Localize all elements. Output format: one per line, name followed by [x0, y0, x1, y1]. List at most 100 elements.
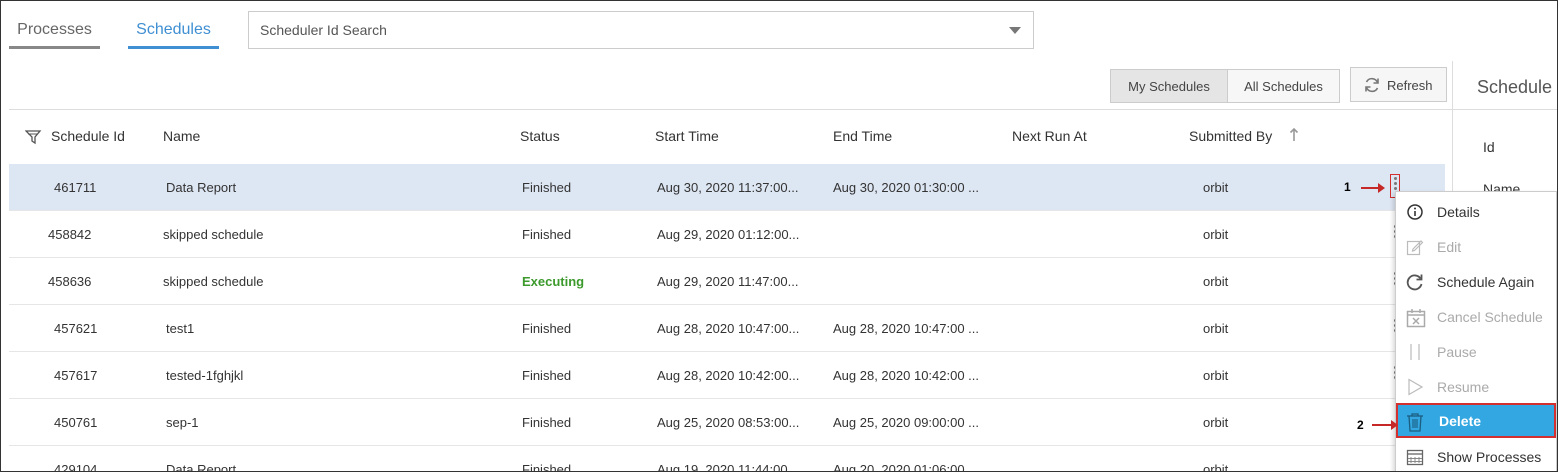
row-actions-menu: Details Edit Schedule Again Cancel Sched…	[1395, 191, 1557, 471]
menu-item-schedule-again[interactable]: Schedule Again	[1396, 264, 1556, 299]
menu-item-label: Show Processes	[1437, 449, 1542, 465]
menu-item-delete[interactable]: Delete	[1396, 403, 1556, 438]
sort-ascending-icon[interactable]	[1289, 128, 1299, 142]
cell-name: skipped schedule	[163, 227, 264, 242]
cell-schedule-id: 458842	[48, 227, 92, 242]
cell-start-time: Aug 28, 2020 10:47:00...	[657, 321, 800, 336]
play-icon	[1408, 378, 1424, 396]
cell-submitted-by: orbit	[1203, 368, 1229, 383]
cell-name: sep-1	[166, 415, 199, 430]
calendar-x-icon	[1406, 309, 1426, 328]
table-row[interactable]: 461711 Data Report Finished Aug 30, 2020…	[9, 164, 1445, 211]
cell-schedule-id: 457617	[54, 368, 98, 383]
cell-start-time: Aug 25, 2020 08:53:00...	[657, 415, 800, 430]
menu-item-edit[interactable]: Edit	[1396, 229, 1556, 264]
column-start-time[interactable]: Start Time	[655, 128, 719, 144]
menu-item-label: Details	[1437, 204, 1480, 220]
cell-end-time: Aug 20, 2020 01:06:00...	[833, 462, 976, 472]
cell-end-time: Aug 28, 2020 10:47:00 ...	[833, 321, 980, 336]
cell-schedule-id: 461711	[54, 180, 97, 195]
all-schedules-button[interactable]: All Schedules	[1227, 69, 1340, 103]
cell-name: test1	[166, 321, 195, 336]
filter-icon[interactable]	[25, 129, 43, 145]
menu-item-resume[interactable]: Resume	[1396, 369, 1556, 404]
chevron-down-icon[interactable]	[1009, 27, 1021, 34]
cell-status: Finished	[522, 227, 572, 242]
refresh-button[interactable]: Refresh	[1350, 67, 1447, 102]
calendar-icon	[1406, 449, 1424, 466]
table-row[interactable]: 457617 tested-1fghjkl Finished Aug 28, 2…	[9, 352, 1445, 399]
column-status[interactable]: Status	[520, 128, 560, 144]
menu-item-cancel-schedule[interactable]: Cancel Schedule	[1396, 299, 1556, 334]
panel-divider	[1453, 109, 1557, 110]
cell-name: Data Report	[166, 462, 237, 472]
scheduler-id-search[interactable]	[248, 11, 1034, 49]
menu-item-label: Pause	[1437, 344, 1477, 360]
tab-processes[interactable]: Processes	[9, 11, 100, 49]
scheduler-screen: Processes Schedules My Schedules All Sch…	[0, 0, 1558, 472]
cell-start-time: Aug 30, 2020 11:37:00...	[657, 180, 799, 195]
redo-icon	[1406, 274, 1423, 291]
column-end-time[interactable]: End Time	[833, 128, 892, 144]
annotation-step-2: 2	[1357, 418, 1364, 432]
cell-status: Finished	[522, 321, 572, 336]
cell-submitted-by: orbit	[1203, 415, 1229, 430]
menu-item-label: Cancel Schedule	[1437, 309, 1543, 325]
cell-status: Executing	[522, 274, 585, 289]
cell-schedule-id: 429104	[54, 462, 98, 472]
cell-submitted-by: orbit	[1203, 274, 1229, 289]
panel-id-label: Id	[1483, 139, 1495, 155]
cell-status: Finished	[522, 462, 572, 472]
menu-item-details[interactable]: Details	[1396, 194, 1556, 229]
column-schedule-id[interactable]: Schedule Id	[51, 128, 125, 144]
column-submitted-by[interactable]: Submitted By	[1189, 128, 1272, 144]
my-schedules-button[interactable]: My Schedules	[1110, 69, 1228, 103]
cell-end-time: Aug 28, 2020 10:42:00 ...	[833, 368, 980, 383]
menu-item-label: Schedule Again	[1437, 274, 1535, 290]
cell-start-time: Aug 28, 2020 10:42:00...	[657, 368, 800, 383]
table-header-divider	[9, 109, 1452, 110]
menu-item-label: Edit	[1437, 239, 1462, 255]
info-icon	[1407, 204, 1423, 220]
table-row[interactable]: 458842 skipped schedule Finished Aug 29,…	[9, 211, 1445, 258]
refresh-icon	[1365, 77, 1379, 93]
arrow-right-icon	[1361, 183, 1385, 193]
table-row[interactable]: 450761 sep-1 Finished Aug 25, 2020 08:53…	[9, 399, 1445, 446]
menu-item-label: Resume	[1437, 379, 1490, 395]
column-name[interactable]: Name	[163, 128, 200, 144]
column-next-run-at[interactable]: Next Run At	[1012, 128, 1087, 144]
table-row[interactable]: 457621 test1 Finished Aug 28, 2020 10:47…	[9, 305, 1445, 352]
cell-start-time: Aug 29, 2020 01:12:00...	[657, 227, 800, 242]
cell-name: Data Report	[166, 180, 237, 195]
cell-schedule-id: 458636	[48, 274, 92, 289]
cell-name: tested-1fghjkl	[166, 368, 244, 383]
table-row[interactable]: 429104 Data Report Finished Aug 19, 2020…	[9, 446, 1445, 472]
cell-submitted-by: orbit	[1203, 462, 1229, 472]
cell-submitted-by: orbit	[1203, 180, 1229, 195]
table-row[interactable]: 458636 skipped schedule Executing Aug 29…	[9, 258, 1445, 305]
cell-status: Finished	[522, 415, 572, 430]
menu-item-pause[interactable]: Pause	[1396, 334, 1556, 369]
pause-icon	[1410, 344, 1420, 360]
refresh-label: Refresh	[1387, 78, 1433, 93]
cell-status: Finished	[522, 368, 572, 383]
annotation-step-1: 1	[1344, 180, 1351, 194]
cell-schedule-id: 450761	[54, 415, 98, 430]
cell-schedule-id: 457621	[54, 321, 98, 336]
cell-name: skipped schedule	[163, 274, 264, 289]
cell-end-time: Aug 25, 2020 09:00:00 ...	[833, 415, 980, 430]
cell-submitted-by: orbit	[1203, 227, 1229, 242]
cell-start-time: Aug 29, 2020 11:47:00...	[657, 274, 799, 289]
tab-schedules[interactable]: Schedules	[128, 11, 219, 49]
menu-item-label: Delete	[1439, 413, 1482, 429]
cell-submitted-by: orbit	[1203, 321, 1229, 336]
edit-icon	[1406, 240, 1424, 256]
cell-start-time: Aug 19, 2020 11:44:00...	[657, 462, 799, 472]
search-input[interactable]	[249, 12, 989, 48]
cell-status: Finished	[522, 180, 572, 195]
menu-item-show-processes[interactable]: Show Processes	[1396, 439, 1556, 471]
trash-icon	[1407, 413, 1423, 432]
panel-title: Schedule I	[1477, 77, 1558, 97]
cell-end-time: Aug 30, 2020 01:30:00 ...	[833, 180, 980, 195]
arrow-right-icon	[1372, 420, 1398, 430]
